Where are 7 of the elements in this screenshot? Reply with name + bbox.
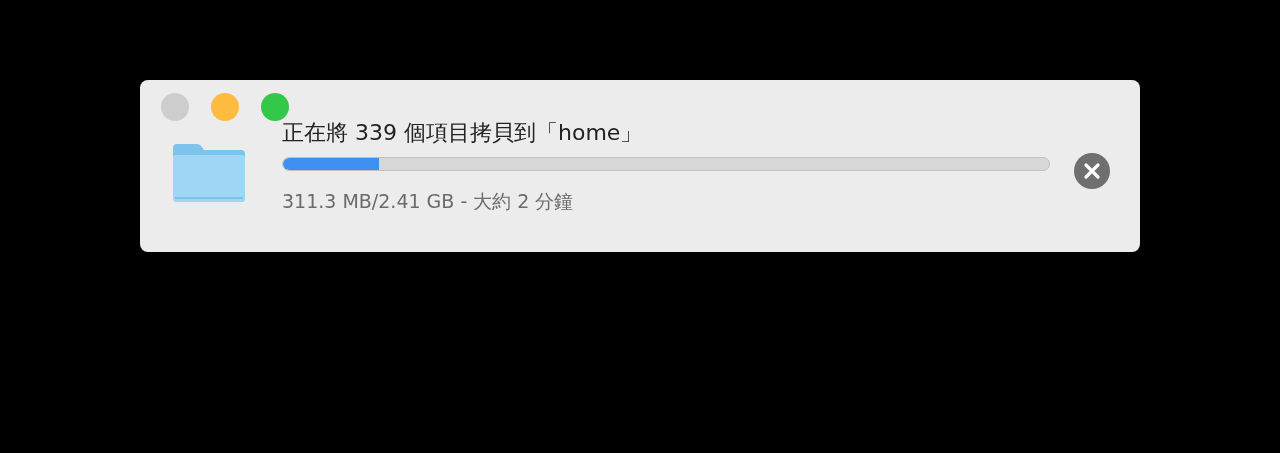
copy-status: 311.3 MB/2.41 GB - 大約 2 分鐘 xyxy=(282,189,575,213)
window-button[interactable] xyxy=(211,93,239,121)
cancel-icon[interactable] xyxy=(1074,153,1110,189)
window-button[interactable] xyxy=(161,93,189,121)
window-button[interactable] xyxy=(261,93,289,121)
folder-icon xyxy=(171,142,247,204)
copy-title: 正在將 339 個項目拷貝到「home」 xyxy=(282,119,644,147)
